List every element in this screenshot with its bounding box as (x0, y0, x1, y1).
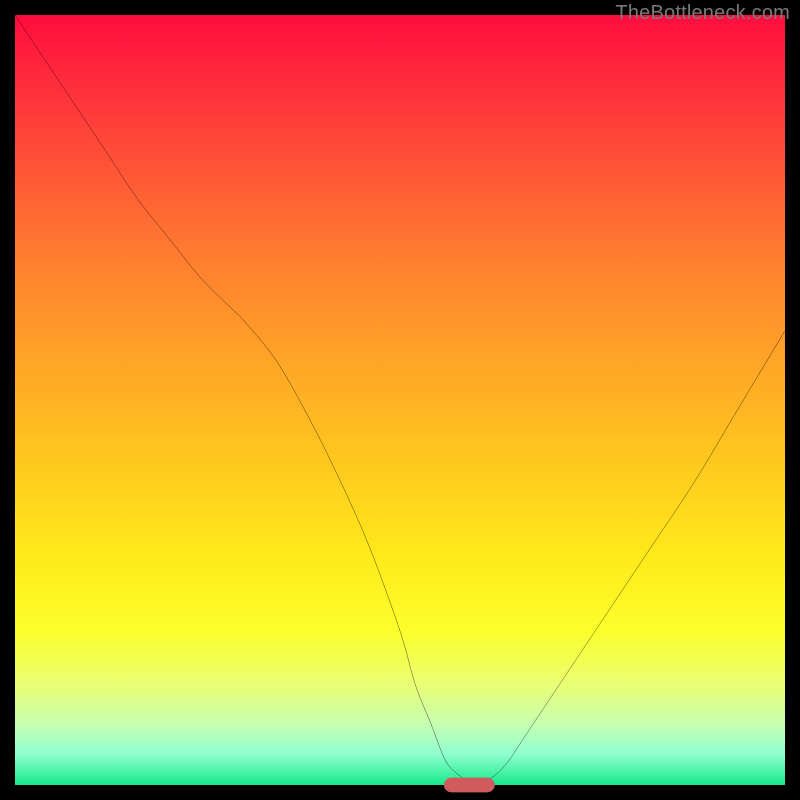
bottleneck-curve (15, 15, 785, 786)
watermark-text: TheBottleneck.com (615, 2, 790, 25)
optimum-marker (444, 778, 494, 792)
chart-overlay (15, 15, 785, 785)
chart-stage: TheBottleneck.com (0, 0, 800, 800)
